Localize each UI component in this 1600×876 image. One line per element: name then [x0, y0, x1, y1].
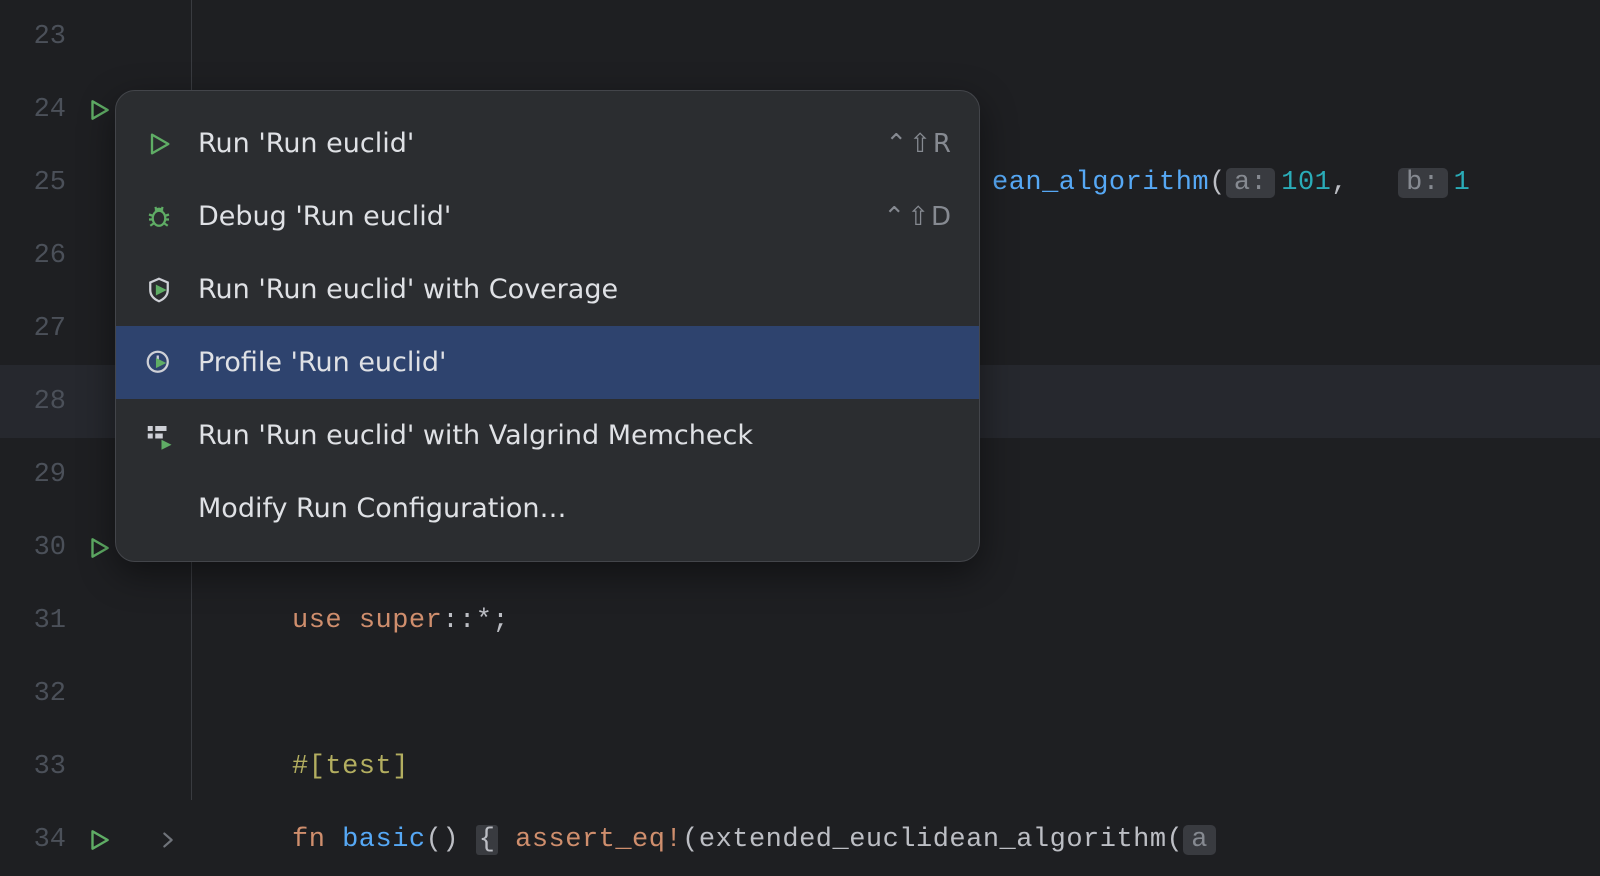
- fold-chevron-icon[interactable]: [157, 829, 179, 851]
- gutter-row: 32: [0, 657, 191, 730]
- gutter-row: 23: [0, 0, 191, 73]
- menu-item-run[interactable]: Run 'Run euclid' ⌃⇧R: [116, 107, 979, 180]
- menu-label: Run 'Run euclid': [198, 128, 865, 159]
- line-number: 27: [6, 314, 66, 344]
- line-number: 33: [6, 752, 66, 782]
- menu-shortcut: ⌃⇧R: [885, 129, 953, 159]
- menu-item-debug[interactable]: Debug 'Run euclid' ⌃⇧D: [116, 180, 979, 253]
- run-context-menu: Run 'Run euclid' ⌃⇧R Debug 'Run euclid' …: [115, 90, 980, 562]
- run-gutter-icon[interactable]: [82, 93, 116, 127]
- menu-label: Debug 'Run euclid': [198, 201, 863, 232]
- menu-item-coverage[interactable]: Run 'Run euclid' with Coverage: [116, 253, 979, 326]
- menu-item-modify-config[interactable]: Modify Run Configuration…: [116, 472, 979, 545]
- code-line: [192, 657, 1600, 730]
- menu-item-profile[interactable]: Profile 'Run euclid': [116, 326, 979, 399]
- line-number: 32: [6, 679, 66, 709]
- code-line: use super::*;: [192, 584, 1600, 657]
- clock-run-icon: [142, 346, 176, 380]
- line-number: 28: [6, 387, 66, 417]
- valgrind-icon: [142, 419, 176, 453]
- code-line: fn basic() { assert_eq!(extended_euclide…: [192, 803, 1600, 876]
- shield-run-icon: [142, 273, 176, 307]
- gutter-row: 33: [0, 730, 191, 803]
- menu-label: Run 'Run euclid' with Coverage: [198, 274, 953, 305]
- menu-label: Run 'Run euclid' with Valgrind Memcheck: [198, 420, 953, 451]
- run-gutter-icon[interactable]: [82, 531, 116, 565]
- code-line: [192, 0, 1600, 73]
- code-line: #[test]: [192, 730, 1600, 803]
- gutter-row: 34: [0, 803, 191, 876]
- bug-icon: [142, 200, 176, 234]
- line-number: 29: [6, 460, 66, 490]
- line-number: 34: [6, 825, 66, 855]
- line-number: 31: [6, 606, 66, 636]
- line-number: 23: [6, 22, 66, 52]
- run-gutter-icon[interactable]: [82, 823, 116, 857]
- menu-item-valgrind[interactable]: Run 'Run euclid' with Valgrind Memcheck: [116, 399, 979, 472]
- line-number: 25: [6, 168, 66, 198]
- line-number: 30: [6, 533, 66, 563]
- menu-shortcut: ⌃⇧D: [883, 202, 953, 232]
- run-icon: [142, 127, 176, 161]
- menu-label: Profile 'Run euclid': [198, 347, 953, 378]
- gutter-row: 31: [0, 584, 191, 657]
- blank-icon: [142, 492, 176, 526]
- menu-label: Modify Run Configuration…: [198, 493, 953, 524]
- line-number: 24: [6, 95, 66, 125]
- line-number: 26: [6, 241, 66, 271]
